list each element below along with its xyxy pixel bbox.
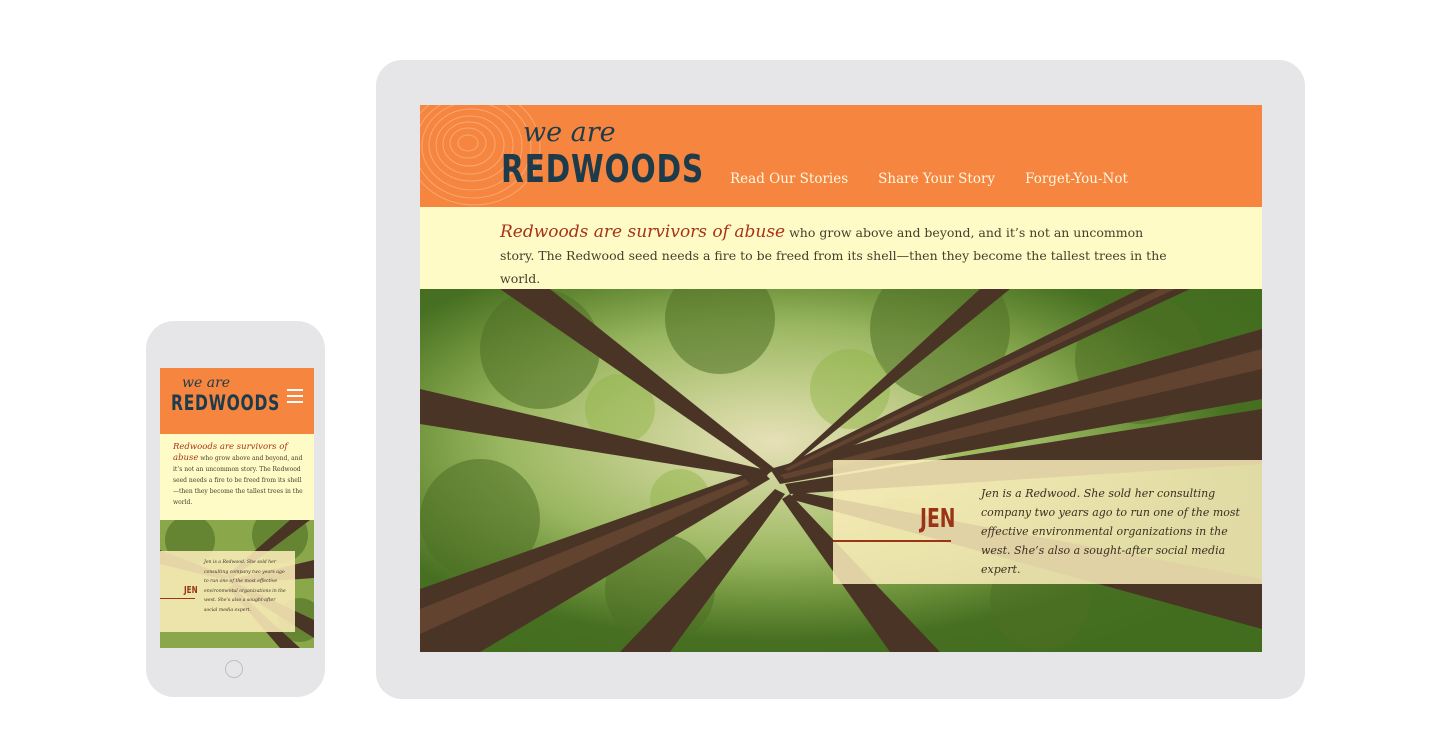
phone-story-text: Jen is a Redwood. She sold her consultin… [204, 560, 286, 613]
hamburger-icon[interactable] [287, 389, 303, 407]
intro-text: Redwoods are survivors of abuse who grow… [500, 221, 1180, 290]
logo-wordmark[interactable]: REDWOODS [501, 147, 704, 191]
story-text: Jen is a Redwood. She sold her consultin… [981, 487, 1240, 576]
tablet-device: we are REDWOODS Read Our Stories Share Y… [376, 60, 1305, 699]
nav-forget-you-not[interactable]: Forget-You-Not [1025, 171, 1128, 187]
story-card[interactable]: JEN Jen is a Redwood. She sold her consu… [833, 460, 1262, 584]
intro-lead: Redwoods are survivors of abuse [500, 222, 786, 242]
nav-read-our-stories[interactable]: Read Our Stories [730, 171, 848, 187]
phone-screen: we are REDWOODS Redwoods are survivors o… [160, 368, 314, 648]
phone-logo-tagline: we are [182, 375, 231, 391]
story-divider [833, 540, 951, 542]
phone-story-name: JEN [184, 585, 198, 596]
tablet-screen: we are REDWOODS Read Our Stories Share Y… [420, 105, 1262, 652]
phone-story-card[interactable]: JEN Jen is a Redwood. She sold her consu… [160, 551, 295, 632]
story-name: JEN [920, 504, 956, 534]
main-nav: Read Our Stories Share Your Story Forget… [730, 171, 1128, 187]
hero-forest-image: JEN Jen is a Redwood. She sold her consu… [420, 289, 1262, 652]
nav-share-your-story[interactable]: Share Your Story [878, 171, 995, 187]
home-button-icon[interactable] [225, 660, 243, 678]
phone-intro-text: Redwoods are survivors of abuse who grow… [173, 442, 305, 508]
phone-header: we are REDWOODS [160, 368, 314, 434]
phone-hero-forest-image: JEN Jen is a Redwood. She sold her consu… [160, 520, 314, 648]
phone-logo-wordmark[interactable]: REDWOODS [171, 391, 280, 415]
logo-tagline: we are [523, 117, 616, 148]
phone-intro-banner: Redwoods are survivors of abuse who grow… [160, 434, 314, 520]
intro-banner: Redwoods are survivors of abuse who grow… [420, 207, 1262, 289]
phone-device: we are REDWOODS Redwoods are survivors o… [146, 321, 325, 697]
site-header: we are REDWOODS Read Our Stories Share Y… [420, 105, 1262, 207]
phone-story-divider [160, 598, 195, 599]
